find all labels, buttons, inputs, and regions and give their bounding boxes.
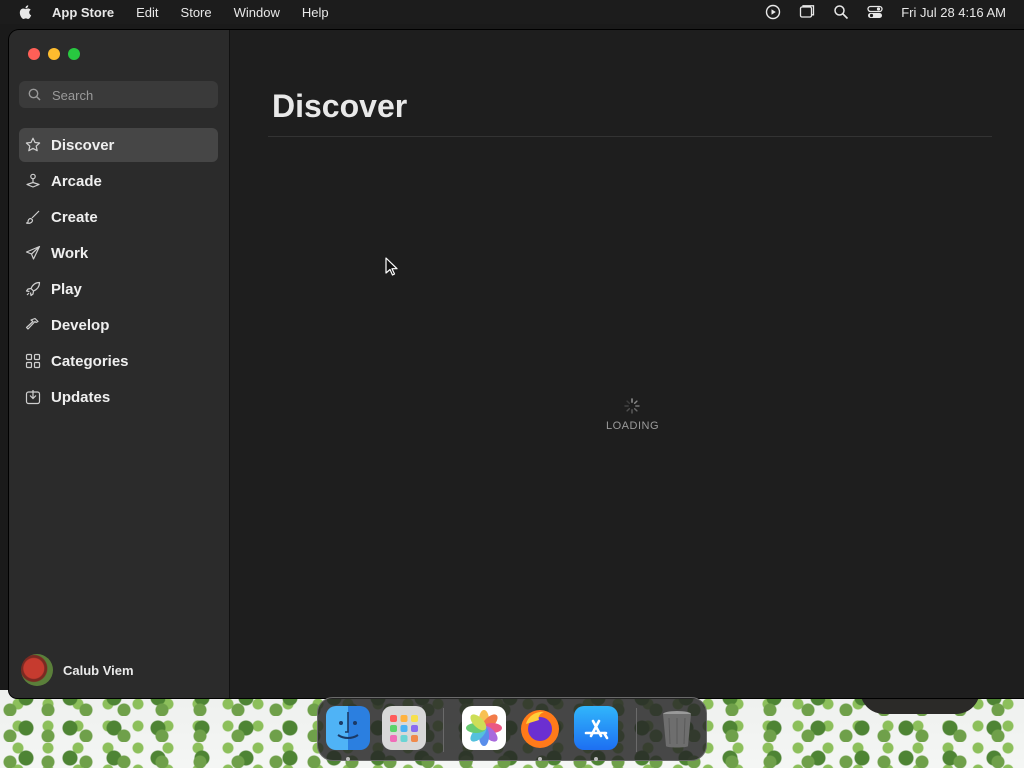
finder-running-indicator (346, 757, 350, 761)
firefox-running-indicator (538, 757, 542, 761)
sidebar-item-develop[interactable]: Develop (19, 308, 218, 342)
finder-icon[interactable] (326, 706, 370, 750)
firefox-icon[interactable] (518, 706, 562, 750)
account-button[interactable]: Calub Viem (21, 654, 134, 686)
search-icon[interactable] (833, 4, 849, 20)
close-button[interactable] (28, 48, 40, 60)
menu-window[interactable]: Window (234, 5, 280, 20)
menu-store[interactable]: Store (181, 5, 212, 20)
loading-indicator: LOADING (606, 398, 660, 432)
trash-icon[interactable] (655, 706, 699, 750)
rocket-icon (25, 281, 41, 297)
star-icon (25, 137, 41, 152)
window-icon[interactable] (799, 4, 815, 20)
paper-plane-icon (25, 245, 41, 260)
sidebar-item-label: Create (51, 208, 98, 226)
sidebar-item-categories[interactable]: Categories (19, 344, 218, 378)
app-store-icon[interactable] (574, 706, 618, 750)
sidebar-item-updates[interactable]: Updates (19, 380, 218, 414)
sidebar-item-label: Arcade (51, 172, 102, 190)
sidebar-item-discover[interactable]: Discover (19, 128, 218, 162)
menubar-clock[interactable]: Fri Jul 28 4:16 AM (901, 5, 1006, 20)
sidebar-item-label: Work (51, 244, 89, 262)
sidebar-item-label: Updates (51, 388, 111, 406)
menu-edit[interactable]: Edit (136, 5, 158, 20)
sidebar-item-work[interactable]: Work (19, 236, 218, 270)
spinner-icon (624, 398, 640, 414)
dock-separator (443, 708, 444, 752)
grid-icon (25, 353, 41, 369)
sidebar: Discover Arcade Create Work Play (9, 30, 230, 698)
menu-help[interactable]: Help (302, 5, 329, 20)
sidebar-item-label: Categories (51, 352, 129, 370)
window-controls (28, 48, 80, 60)
menu-bar: App Store Edit Store Window Help Fri Jul… (0, 0, 1024, 24)
main-content: Discover LOADING (230, 30, 1024, 698)
sidebar-item-label: Discover (51, 136, 115, 154)
user-name: Calub Viem (63, 662, 134, 678)
launchpad-icon[interactable] (382, 706, 426, 750)
sidebar-item-arcade[interactable]: Arcade (19, 164, 218, 198)
app-store-running-indicator (594, 757, 598, 761)
download-icon (25, 390, 41, 405)
minimize-button[interactable] (48, 48, 60, 60)
apple-menu-icon[interactable] (18, 4, 34, 20)
sidebar-item-play[interactable]: Play (19, 272, 218, 306)
sidebar-item-create[interactable]: Create (19, 200, 218, 234)
sidebar-item-label: Develop (51, 316, 110, 334)
control-center-icon[interactable] (867, 4, 883, 20)
joystick-icon (26, 173, 40, 188)
screen-recording-icon[interactable] (765, 4, 781, 20)
avatar (21, 654, 53, 686)
search-icon (28, 88, 41, 101)
menu-app-name[interactable]: App Store (52, 5, 114, 20)
zoom-button[interactable] (68, 48, 80, 60)
photos-icon[interactable] (462, 706, 506, 750)
sidebar-item-label: Play (51, 280, 82, 298)
dock-separator (636, 708, 637, 752)
brush-icon (25, 210, 40, 224)
search-field[interactable] (19, 81, 218, 110)
app-store-window: Discover Arcade Create Work Play (9, 30, 1024, 698)
mouse-cursor-icon (385, 257, 398, 276)
search-input[interactable] (50, 81, 214, 110)
status-area: Fri Jul 28 4:16 AM (765, 0, 1006, 24)
loading-label: LOADING (606, 420, 660, 432)
title-divider (268, 136, 992, 137)
hammer-icon (25, 317, 39, 330)
page-title: Discover (272, 88, 408, 124)
dock (317, 697, 707, 761)
